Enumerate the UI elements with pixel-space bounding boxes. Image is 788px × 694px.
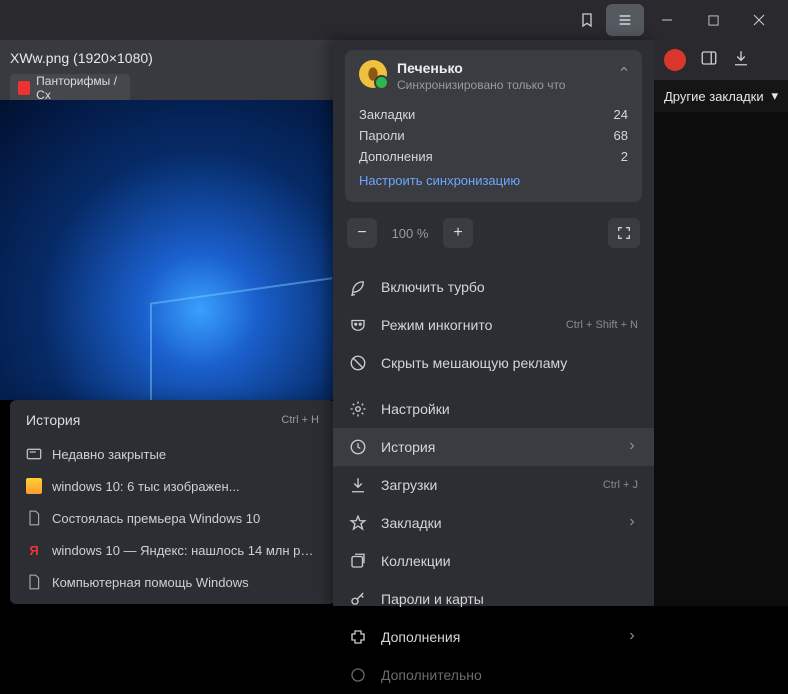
history-item[interactable]: windows 10: 6 тыс изображен...: [14, 470, 331, 502]
puzzle-icon: [349, 628, 367, 646]
extension-icon[interactable]: [664, 49, 686, 71]
download-icon[interactable]: [732, 49, 750, 72]
sync-row-passwords: Пароли 68: [359, 125, 628, 146]
tab-bar: XWw.png (1920×1080) Панторифмы / Сх: [0, 40, 333, 100]
maximize-button[interactable]: [690, 0, 736, 40]
tab[interactable]: Панторифмы / Сх: [10, 74, 130, 102]
page-content: [0, 100, 333, 400]
recently-closed-label: Недавно закрытые: [52, 447, 166, 462]
history-flyout: История Ctrl + H Недавно закрытые window…: [10, 400, 335, 604]
history-item-label: windows 10 — Яндекс: нашлось 14 млн резу…: [52, 543, 319, 558]
rocket-icon: [349, 278, 367, 296]
star-icon: [349, 514, 367, 532]
sync-row-value: 68: [614, 128, 628, 143]
menu-collections[interactable]: Коллекции: [333, 542, 654, 580]
menu-label: Закладки: [381, 515, 612, 531]
menu-addons[interactable]: Дополнения: [333, 618, 654, 656]
key-icon: [349, 590, 367, 608]
menu-settings[interactable]: Настройки: [333, 390, 654, 428]
zoom-value: 100 %: [387, 226, 433, 241]
chevron-right-icon: [626, 629, 638, 645]
minimize-button[interactable]: [644, 0, 690, 40]
settings-alt-icon: [349, 666, 367, 684]
history-item[interactable]: Состоялась премьера Windows 10: [14, 502, 331, 534]
sync-settings-link[interactable]: Настроить синхронизацию: [359, 167, 520, 188]
menu-label: Пароли и карты: [381, 591, 638, 607]
menu-label: Скрыть мешающую рекламу: [381, 355, 638, 371]
sync-row-label: Дополнения: [359, 149, 433, 164]
menu-label: Режим инкогнито: [381, 317, 552, 333]
history-item[interactable]: Компьютерная помощь Windows: [14, 566, 331, 598]
tab-label: Панторифмы / Сх: [36, 74, 122, 102]
recently-closed-icon: [26, 446, 42, 462]
recently-closed[interactable]: Недавно закрытые: [14, 438, 331, 470]
sync-username: Печенько: [397, 60, 565, 76]
yandex-icon: Я: [26, 542, 42, 558]
side-panel: Другие закладки ▾: [654, 40, 788, 606]
menu-shortcut: Ctrl + Shift + N: [566, 319, 638, 331]
zoom-out-button[interactable]: −: [347, 218, 377, 248]
menu-icon[interactable]: [606, 4, 644, 36]
clock-icon: [349, 438, 367, 456]
sync-card[interactable]: Печенько Синхронизировано только что Зак…: [345, 50, 642, 202]
menu-history[interactable]: История: [333, 428, 654, 466]
menu-turbo[interactable]: Включить турбо: [333, 268, 654, 306]
chevron-up-icon[interactable]: [618, 62, 630, 80]
window-titlebar: [0, 0, 788, 40]
fullscreen-button[interactable]: [608, 218, 640, 248]
menu-downloads[interactable]: Загрузки Ctrl + J: [333, 466, 654, 504]
menu-label: Коллекции: [381, 553, 638, 569]
history-shortcut: Ctrl + H: [281, 414, 319, 426]
menu-label: Дополнительно: [381, 667, 638, 683]
history-item-label: Состоялась премьера Windows 10: [52, 511, 260, 526]
sync-row-label: Закладки: [359, 107, 415, 122]
bookmark-outline-icon[interactable]: [568, 4, 606, 36]
sync-row-label: Пароли: [359, 128, 405, 143]
menu-label: Загрузки: [381, 477, 589, 493]
menu-more[interactable]: Дополнительно: [333, 656, 654, 694]
favicon-icon: [18, 81, 30, 95]
other-bookmarks[interactable]: Другие закладки ▾: [654, 80, 788, 112]
chevron-right-icon: [626, 439, 638, 455]
chevron-right-icon: [626, 515, 638, 531]
avatar: [359, 60, 387, 88]
sync-row-value: 2: [621, 149, 628, 164]
zoom-in-button[interactable]: +: [443, 218, 473, 248]
history-title: История: [26, 412, 80, 428]
menu-bookmarks[interactable]: Закладки: [333, 504, 654, 542]
menu-label: Включить турбо: [381, 279, 638, 295]
menu-label: Дополнения: [381, 629, 612, 645]
history-item-label: windows 10: 6 тыс изображен...: [52, 479, 240, 494]
other-bookmarks-label: Другие закладки: [664, 89, 764, 104]
menu-passwords[interactable]: Пароли и карты: [333, 580, 654, 618]
menu-incognito[interactable]: Режим инкогнито Ctrl + Shift + N: [333, 306, 654, 344]
sync-subtitle: Синхронизировано только что: [397, 78, 565, 92]
close-button[interactable]: [736, 0, 782, 40]
main-menu: Печенько Синхронизировано только что Зак…: [333, 40, 654, 606]
collections-icon: [349, 552, 367, 570]
sync-row-addons: Дополнения 2: [359, 146, 628, 167]
page-title: XWw.png (1920×1080): [10, 46, 323, 74]
block-icon: [349, 354, 367, 372]
zoom-controls: − 100 % +: [333, 210, 654, 260]
mask-icon: [349, 316, 367, 334]
dropdown-caret-icon: ▾: [771, 88, 778, 104]
file-icon: [26, 510, 42, 526]
gear-icon: [349, 400, 367, 418]
sync-row-value: 24: [614, 107, 628, 122]
menu-hide-ads[interactable]: Скрыть мешающую рекламу: [333, 344, 654, 382]
side-panel-toolbar: [654, 40, 788, 80]
favicon-icon: [26, 478, 42, 494]
menu-shortcut: Ctrl + J: [603, 479, 638, 491]
history-item-label: Компьютерная помощь Windows: [52, 575, 249, 590]
menu-label: История: [381, 439, 612, 455]
sidebar-icon[interactable]: [700, 49, 718, 72]
sync-row-bookmarks: Закладки 24: [359, 104, 628, 125]
file-icon: [26, 574, 42, 590]
menu-label: Настройки: [381, 401, 638, 417]
history-item[interactable]: Я windows 10 — Яндекс: нашлось 14 млн ре…: [14, 534, 331, 566]
download-icon: [349, 476, 367, 494]
